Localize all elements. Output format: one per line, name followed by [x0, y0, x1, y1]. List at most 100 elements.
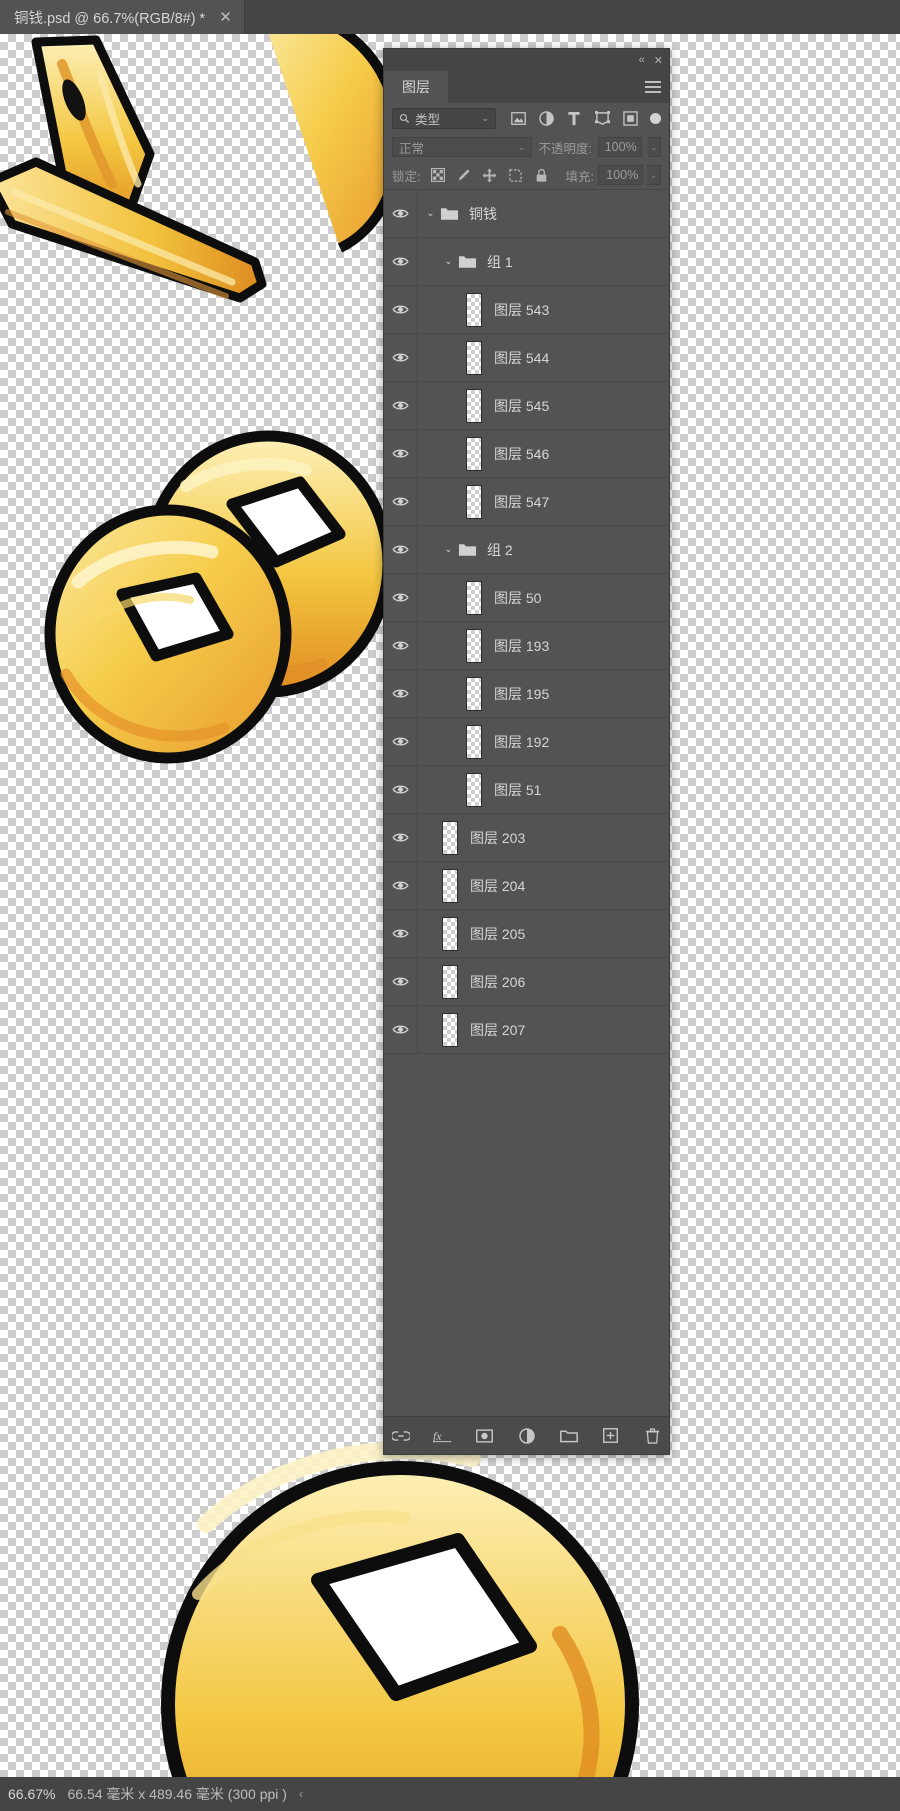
filter-toggle-switch[interactable] [650, 112, 661, 124]
layer-row-body[interactable]: 图层 207 [418, 1006, 669, 1053]
close-icon[interactable]: ✕ [219, 10, 232, 25]
adjustment-layer-icon[interactable] [517, 1426, 537, 1446]
lock-position-icon[interactable] [478, 165, 501, 185]
fill-input[interactable]: 100% [597, 165, 644, 185]
layer-visibility-toggle[interactable] [384, 814, 418, 861]
opacity-stepper[interactable]: ⌄ [647, 137, 661, 157]
layer-row-body[interactable]: 图层 51 [418, 766, 669, 813]
layer-row[interactable]: 图层 543 [384, 286, 669, 334]
layer-group-row[interactable]: ⌄ 组 2 [384, 526, 669, 574]
layer-visibility-toggle[interactable] [384, 862, 418, 909]
layer-visibility-toggle[interactable] [384, 622, 418, 669]
link-layers-icon[interactable] [391, 1426, 411, 1446]
type-layer-filter-icon[interactable] [560, 106, 588, 130]
hamburger-menu-icon[interactable] [645, 81, 661, 93]
layer-thumbnail[interactable] [466, 676, 482, 711]
layer-row-body[interactable]: 图层 205 [418, 910, 669, 957]
layer-thumbnail[interactable] [466, 436, 482, 471]
layer-visibility-toggle[interactable] [384, 718, 418, 765]
lock-transparency-icon[interactable] [426, 165, 449, 185]
document-tab[interactable]: 铜钱.psd @ 66.7%(RGB/8#) * ✕ [0, 0, 245, 34]
opacity-input[interactable]: 100% [597, 137, 642, 157]
tab-layers[interactable]: 图层 [384, 71, 448, 103]
layer-row[interactable]: 图层 544 [384, 334, 669, 382]
layer-thumbnail[interactable] [466, 340, 482, 375]
layer-row[interactable]: 图层 203 [384, 814, 669, 862]
layer-mask-icon[interactable] [475, 1426, 495, 1446]
layer-visibility-toggle[interactable] [384, 766, 418, 813]
layer-row-body[interactable]: 图层 50 [418, 574, 669, 621]
layer-row[interactable]: 图层 193 [384, 622, 669, 670]
lock-all-icon[interactable] [530, 165, 553, 185]
layer-row[interactable]: 图层 51 [384, 766, 669, 814]
layer-row-body[interactable]: 图层 192 [418, 718, 669, 765]
fill-stepper[interactable]: ⌄ [647, 165, 661, 185]
layer-thumbnail[interactable] [466, 724, 482, 759]
layer-row-body[interactable]: 图层 546 [418, 430, 669, 477]
blend-mode-select[interactable]: 正常 ⌄ [392, 137, 533, 157]
layer-group-row[interactable]: ⌄ 铜钱 [384, 190, 669, 238]
collapse-panel-icon[interactable]: « [639, 54, 645, 66]
shape-layer-filter-icon[interactable] [588, 106, 616, 130]
layer-thumbnail[interactable] [466, 580, 482, 615]
layer-style-fx-icon[interactable]: fx [432, 1426, 453, 1446]
layer-row-body[interactable]: ⌄ 组 1 [418, 238, 669, 285]
layer-row-body[interactable]: ⌄ 组 2 [418, 526, 669, 573]
layer-row[interactable]: 图层 206 [384, 958, 669, 1006]
layer-row[interactable]: 图层 205 [384, 910, 669, 958]
layer-row[interactable]: 图层 195 [384, 670, 669, 718]
layer-row-body[interactable]: 图层 193 [418, 622, 669, 669]
layer-row-body[interactable]: 图层 543 [418, 286, 669, 333]
layers-panel[interactable]: « ✕ 图层 类型 ⌄ 正常 ⌄ 不透明度: 100% ⌄ 锁定: 填充: 10… [383, 48, 670, 1455]
layer-row-body[interactable]: 图层 195 [418, 670, 669, 717]
layer-visibility-toggle[interactable] [384, 286, 418, 333]
layer-thumbnail[interactable] [466, 628, 482, 663]
layer-row[interactable]: 图层 204 [384, 862, 669, 910]
layer-row-body[interactable]: 图层 544 [418, 334, 669, 381]
layer-thumbnail[interactable] [442, 868, 458, 903]
layer-group-row[interactable]: ⌄ 组 1 [384, 238, 669, 286]
layer-row[interactable]: 图层 546 [384, 430, 669, 478]
smart-object-filter-icon[interactable] [616, 106, 644, 130]
adjustment-layer-filter-icon[interactable] [532, 106, 560, 130]
close-panel-icon[interactable]: ✕ [654, 54, 663, 67]
layer-thumbnail[interactable] [442, 1012, 458, 1047]
group-disclosure-chevron-icon[interactable]: ⌄ [442, 256, 455, 267]
filter-kind-select[interactable]: 类型 ⌄ [392, 107, 496, 129]
layer-row[interactable]: 图层 547 [384, 478, 669, 526]
new-group-icon[interactable] [559, 1426, 579, 1446]
lock-image-icon[interactable] [452, 165, 475, 185]
layer-thumbnail[interactable] [442, 916, 458, 951]
layer-thumbnail[interactable] [442, 820, 458, 855]
layer-thumbnail[interactable] [442, 964, 458, 999]
layer-row-body[interactable]: 图层 203 [418, 814, 669, 861]
status-expand-arrow-icon[interactable]: ‹ [299, 1787, 303, 1801]
layer-visibility-toggle[interactable] [384, 382, 418, 429]
layer-visibility-toggle[interactable] [384, 190, 418, 237]
chevron-down-icon[interactable]: ⌄ [518, 142, 526, 153]
layer-row-body[interactable]: 图层 547 [418, 478, 669, 525]
layer-thumbnail[interactable] [466, 292, 482, 327]
layer-row-body[interactable]: ⌄ 铜钱 [418, 190, 669, 237]
layer-thumbnail[interactable] [466, 388, 482, 423]
layer-visibility-toggle[interactable] [384, 430, 418, 477]
layer-thumbnail[interactable] [466, 772, 482, 807]
layer-thumbnail[interactable] [466, 484, 482, 519]
layer-visibility-toggle[interactable] [384, 334, 418, 381]
delete-layer-icon[interactable] [643, 1426, 663, 1446]
chevron-down-icon[interactable]: ⌄ [481, 113, 489, 124]
layer-list[interactable]: ⌄ 铜钱 ⌄ 组 1 图层 543 图层 544 图层 545 图层 546 图… [384, 189, 669, 1416]
layer-visibility-toggle[interactable] [384, 958, 418, 1005]
layer-visibility-toggle[interactable] [384, 574, 418, 621]
layer-row-body[interactable]: 图层 204 [418, 862, 669, 909]
layer-row-body[interactable]: 图层 206 [418, 958, 669, 1005]
group-disclosure-chevron-icon[interactable]: ⌄ [424, 208, 437, 219]
layer-row[interactable]: 图层 192 [384, 718, 669, 766]
layer-visibility-toggle[interactable] [384, 526, 418, 573]
layer-row[interactable]: 图层 50 [384, 574, 669, 622]
group-disclosure-chevron-icon[interactable]: ⌄ [442, 544, 455, 555]
layer-visibility-toggle[interactable] [384, 478, 418, 525]
status-zoom-level[interactable]: 66.67% [8, 1786, 55, 1802]
new-layer-icon[interactable] [601, 1426, 621, 1446]
layer-visibility-toggle[interactable] [384, 670, 418, 717]
